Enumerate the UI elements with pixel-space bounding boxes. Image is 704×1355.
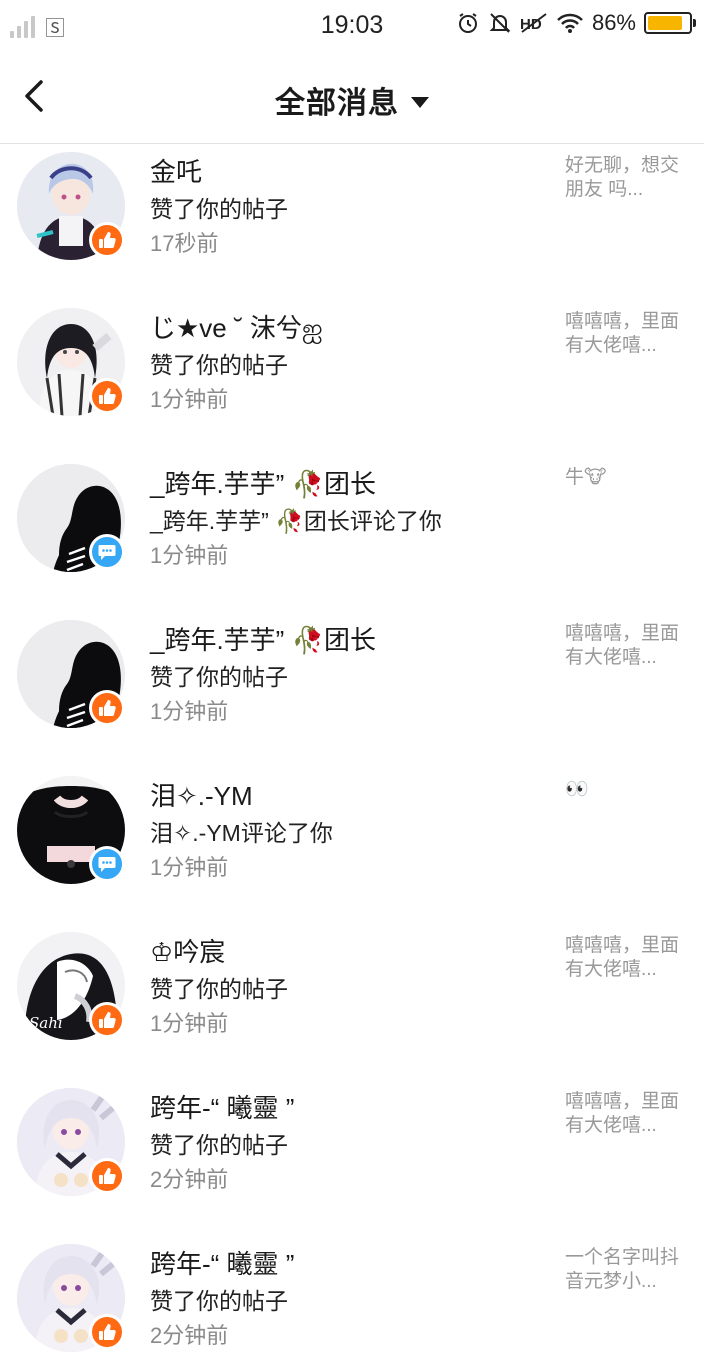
thumbs-up-icon [99, 232, 116, 248]
message-item[interactable]: 泪✧.-YM 泪✧.-YM评论了你 1分钟前 👀 [0, 768, 704, 924]
battery-fill [648, 16, 683, 30]
nfc-icon: HD [520, 13, 547, 33]
post-preview[interactable]: 嘻嘻嘻，里面有大佬嘻... [565, 622, 685, 670]
message-time: 1分钟前 [150, 1011, 229, 1036]
sender-name[interactable]: 泪✧.-YM [150, 776, 253, 813]
message-item[interactable]: 跨年-“ 曦靈 ” 赞了你的帖子 2分钟前 嘻嘻嘻，里面有大佬嘻... [0, 1080, 704, 1236]
thumbs-up-icon [99, 1012, 116, 1028]
comment-badge-icon [89, 534, 125, 570]
svg-text:Sahi: Sahi [29, 1014, 63, 1032]
message-item[interactable]: 跨年-“ 曦靈 ” 赞了你的帖子 2分钟前 一个名字叫抖音元梦小... [0, 1236, 704, 1355]
comment-badge-icon [89, 846, 125, 882]
message-action: 赞了你的帖子 [150, 664, 288, 690]
message-action: 赞了你的帖子 [150, 196, 288, 222]
bell-off-icon [489, 13, 511, 33]
sender-name[interactable]: _跨年.芋芋” 🥀团长 [150, 620, 376, 657]
caret-down-icon [411, 96, 429, 108]
message-action: 赞了你的帖子 [150, 976, 288, 1002]
post-preview[interactable]: 嘻嘻嘻，里面有大佬嘻... [565, 934, 685, 982]
message-item[interactable]: 金吒 赞了你的帖子 17秒前 好无聊，想交朋友 吗... [0, 144, 704, 300]
message-action: 泪✧.-YM评论了你 [150, 820, 333, 846]
thumbs-up-icon [99, 388, 116, 404]
post-preview[interactable]: 一个名字叫抖音元梦小... [565, 1246, 685, 1294]
like-badge-icon [89, 1002, 125, 1038]
thumbs-up-icon [99, 700, 116, 716]
page-title: 全部消息 [275, 87, 399, 120]
comment-icon [98, 857, 116, 872]
post-preview[interactable]: 👀 [565, 778, 685, 802]
message-item[interactable]: _跨年.芋芋” 🥀团长 赞了你的帖子 1分钟前 嘻嘻嘻，里面有大佬嘻... [0, 612, 704, 768]
status-right: HD 86% [456, 10, 696, 36]
sender-name[interactable]: じ★ve ˘ 沫兮ஐ [150, 308, 323, 347]
post-preview[interactable]: 嘻嘻嘻，里面有大佬嘻... [565, 310, 685, 358]
message-time: 1分钟前 [150, 387, 229, 412]
message-item[interactable]: じ★ve ˘ 沫兮ஐ 赞了你的帖子 1分钟前 嘻嘻嘻，里面有大佬嘻... [0, 300, 704, 456]
message-time: 1分钟前 [150, 543, 229, 568]
comment-icon [98, 545, 116, 560]
sender-name[interactable]: _跨年.芋芋” 🥀团长 [150, 464, 376, 501]
message-time: 2分钟前 [150, 1323, 229, 1348]
message-action: 赞了你的帖子 [150, 352, 288, 378]
sender-name[interactable]: 跨年-“ 曦靈 ” [150, 1088, 294, 1125]
battery-percent: 86% [591, 10, 636, 35]
message-action: 赞了你的帖子 [150, 1132, 288, 1158]
message-time: 2分钟前 [150, 1167, 229, 1192]
like-badge-icon [89, 1158, 125, 1194]
alarm-icon [458, 13, 477, 33]
status-bar: 🅂 19:03 HD 86% [0, 0, 704, 50]
thumbs-up-icon [99, 1168, 116, 1184]
wifi-icon [557, 13, 583, 33]
message-action: 赞了你的帖子 [150, 1288, 288, 1314]
like-badge-icon [89, 1314, 125, 1350]
thumbs-up-icon [99, 1324, 116, 1340]
like-badge-icon [89, 378, 125, 414]
sender-name[interactable]: 金吒 [150, 152, 202, 189]
like-badge-icon [89, 690, 125, 726]
nav-bar: 全部消息 [0, 50, 704, 144]
post-preview[interactable]: 牛🐮 [565, 466, 685, 490]
sender-name[interactable]: ♔吟宸 [150, 932, 225, 969]
message-time: 1分钟前 [150, 699, 229, 724]
post-preview[interactable]: 嘻嘻嘻，里面有大佬嘻... [565, 1090, 685, 1138]
sender-name[interactable]: 跨年-“ 曦靈 ” [150, 1244, 294, 1281]
message-time: 17秒前 [150, 231, 219, 256]
message-action: _跨年.芋芋” 🥀团长评论了你 [150, 508, 442, 534]
title-dropdown[interactable]: 全部消息 [0, 78, 704, 122]
like-badge-icon [89, 222, 125, 258]
message-time: 1分钟前 [150, 855, 229, 880]
message-item[interactable]: Sahi ♔吟宸 赞了你的帖子 1分钟前 嘻嘻嘻，里面有大佬嘻... [0, 924, 704, 1080]
post-preview[interactable]: 好无聊，想交朋友 吗... [565, 154, 685, 202]
message-item[interactable]: _跨年.芋芋” 🥀团长 _跨年.芋芋” 🥀团长评论了你 1分钟前 牛🐮 [0, 456, 704, 612]
battery-icon [644, 12, 696, 34]
